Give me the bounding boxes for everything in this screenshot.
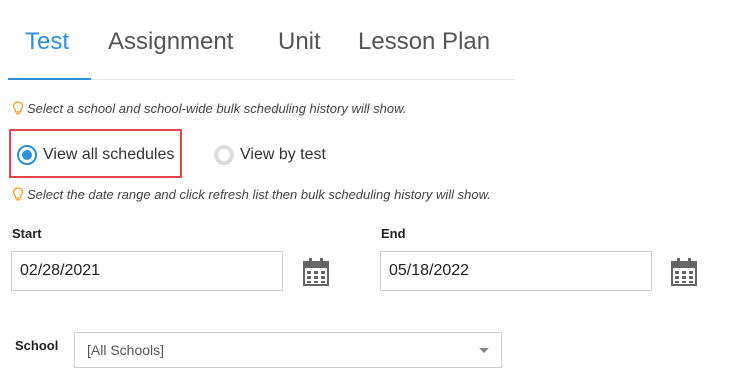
tab-lesson-plan[interactable]: Lesson Plan bbox=[358, 28, 490, 56]
date-hint: Select the date range and click refresh … bbox=[12, 187, 491, 202]
view-by-test-radio[interactable]: View by test bbox=[214, 145, 326, 165]
tab-test[interactable]: Test bbox=[25, 28, 69, 56]
date-hint-text: Select the date range and click refresh … bbox=[27, 187, 491, 202]
lightbulb-icon bbox=[12, 187, 24, 201]
start-date-field[interactable]: 02/28/2021 bbox=[11, 251, 283, 291]
view-all-schedules-label: View all schedules bbox=[43, 146, 175, 163]
active-tab-indicator bbox=[8, 78, 91, 80]
start-label: Start bbox=[12, 226, 42, 241]
end-calendar-icon[interactable] bbox=[670, 257, 698, 287]
radio-unchecked-icon bbox=[214, 145, 234, 165]
tab-bar: Test Assignment Unit Lesson Plan bbox=[8, 0, 515, 80]
radio-checked-icon bbox=[17, 145, 37, 165]
view-all-schedules-radio[interactable]: View all schedules bbox=[17, 145, 174, 165]
tab-unit[interactable]: Unit bbox=[278, 28, 321, 56]
lightbulb-icon bbox=[12, 101, 24, 115]
end-label: End bbox=[381, 226, 406, 241]
school-label: School bbox=[15, 338, 59, 353]
school-hint-text: Select a school and school-wide bulk sch… bbox=[27, 101, 407, 116]
school-select[interactable]: [All Schools] bbox=[74, 332, 502, 368]
school-select-value: [All Schools] bbox=[87, 342, 165, 358]
tab-assignment[interactable]: Assignment bbox=[108, 28, 233, 56]
chevron-down-icon bbox=[479, 348, 489, 353]
end-date-field[interactable]: 05/18/2022 bbox=[380, 251, 652, 291]
school-hint: Select a school and school-wide bulk sch… bbox=[12, 101, 406, 116]
view-by-test-label: View by test bbox=[240, 146, 326, 163]
start-calendar-icon[interactable] bbox=[302, 257, 330, 287]
